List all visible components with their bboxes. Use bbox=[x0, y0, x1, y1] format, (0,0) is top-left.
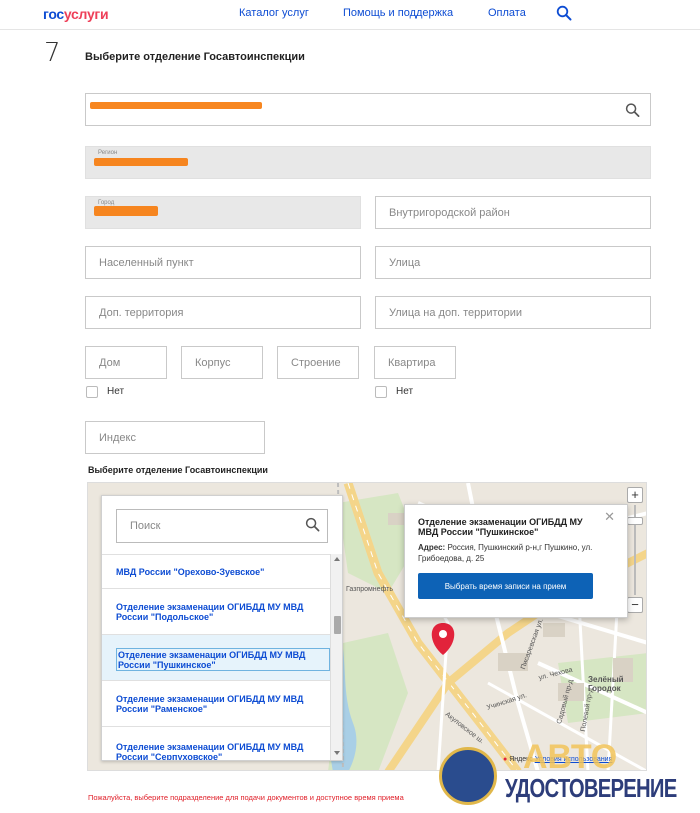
no-house-label: Нет bbox=[107, 386, 125, 397]
scroll-up-icon[interactable] bbox=[334, 557, 340, 561]
no-apartment-checkbox[interactable] bbox=[375, 386, 387, 398]
watermark-text: УДОСТОВЕРЕНИЕ bbox=[505, 773, 677, 803]
redacted-region bbox=[94, 158, 188, 166]
logo-part-gos: гос bbox=[43, 6, 64, 22]
locality-input[interactable]: Населенный пункт bbox=[85, 246, 361, 279]
extra-street-input[interactable]: Улица на доп. территории bbox=[375, 296, 651, 329]
office-search-input[interactable]: Поиск bbox=[116, 509, 328, 543]
zoom-out-button[interactable]: − bbox=[627, 597, 643, 613]
yandex-logo-icon: ● bbox=[503, 756, 508, 763]
region-field: Регион bbox=[85, 146, 651, 179]
office-list: МВД России "Орехово-Зуевское" Отделение … bbox=[102, 554, 330, 760]
scroll-thumb[interactable] bbox=[334, 616, 341, 634]
apartment-input[interactable]: Квартира bbox=[374, 346, 456, 379]
office-search-icon[interactable] bbox=[305, 517, 320, 532]
index-input[interactable]: Индекс bbox=[85, 421, 265, 454]
map-label-gazprom: Газпромнефть bbox=[346, 586, 394, 593]
extra-territory-input[interactable]: Доп. территория bbox=[85, 296, 361, 329]
close-icon[interactable]: ✕ bbox=[604, 509, 615, 525]
list-item[interactable]: Отделение экзаменации ОГИБДД МУ МВД Росс… bbox=[102, 727, 330, 760]
address-value: Россия, Пушкинский р-н,г Пушкино, ул. Гр… bbox=[418, 543, 593, 563]
office-list-panel: Поиск МВД России "Орехово-Зуевское" Отде… bbox=[101, 495, 343, 761]
nav-help-link[interactable]: Помощь и поддержка bbox=[343, 7, 453, 19]
gosuslugi-logo[interactable]: госуслуги bbox=[43, 6, 109, 22]
section-title: Выберите отделение Госавтоинспекции bbox=[88, 465, 268, 475]
top-header: госуслуги Каталог услуг Помощь и поддерж… bbox=[0, 0, 700, 30]
street-input[interactable]: Улица bbox=[375, 246, 651, 279]
redacted-city bbox=[94, 206, 158, 216]
choose-time-button[interactable]: Выбрать время записи на прием bbox=[418, 573, 593, 599]
search-icon[interactable] bbox=[556, 5, 572, 21]
no-house-checkbox[interactable] bbox=[86, 386, 98, 398]
office-popup: ✕ Отделение экзаменации ОГИБДД МУ МВД Ро… bbox=[404, 504, 628, 618]
popup-title: Отделение экзаменации ОГИБДД МУ МВД Росс… bbox=[418, 517, 583, 537]
list-item-selected[interactable]: Отделение экзаменации ОГИБДД МУ МВД Росс… bbox=[102, 635, 330, 681]
nav-payment-link[interactable]: Оплата bbox=[488, 7, 526, 19]
list-scrollbar[interactable] bbox=[330, 554, 342, 760]
search-icon[interactable] bbox=[625, 102, 640, 117]
structure-input[interactable]: Строение bbox=[277, 346, 359, 379]
redacted-address bbox=[90, 102, 262, 109]
watermark-avto: АВТО bbox=[523, 738, 618, 776]
list-item[interactable]: МВД России "Орехово-Зуевское" bbox=[102, 555, 330, 589]
address-label: Адрес: bbox=[418, 543, 446, 552]
scroll-down-icon[interactable] bbox=[334, 751, 340, 755]
zoom-in-button[interactable]: + bbox=[627, 487, 643, 503]
step-title: Выберите отделение Госавтоинспекции bbox=[85, 51, 305, 63]
list-item[interactable]: Отделение экзаменации ОГИБДД МУ МВД Росс… bbox=[102, 681, 330, 727]
no-apartment-label: Нет bbox=[396, 386, 414, 397]
selected-item-label: Отделение экзаменации ОГИБДД МУ МВД Росс… bbox=[116, 648, 330, 671]
region-label: Регион bbox=[98, 150, 118, 156]
map-label-green-town: Зелёный Городок bbox=[588, 675, 624, 693]
list-item[interactable]: Отделение экзаменации ОГИБДД МУ МВД Росс… bbox=[102, 589, 330, 635]
district-input[interactable]: Внутригородской район bbox=[375, 196, 651, 229]
nav-catalog-link[interactable]: Каталог услуг bbox=[239, 7, 309, 19]
watermark-logo-icon bbox=[439, 747, 497, 805]
popup-address: Адрес: Россия, Пушкинский р-н,г Пушкино,… bbox=[418, 542, 618, 564]
city-field: Город bbox=[85, 196, 361, 229]
house-input[interactable]: Дом bbox=[85, 346, 167, 379]
step-number: 7 bbox=[44, 38, 61, 68]
logo-part-uslugi: услуги bbox=[63, 6, 109, 22]
building-input[interactable]: Корпус bbox=[181, 346, 263, 379]
address-search-input[interactable] bbox=[85, 93, 651, 126]
error-message: Пожалуйста, выберите подразделение для п… bbox=[88, 793, 404, 802]
zoom-slider-handle[interactable] bbox=[627, 517, 643, 525]
